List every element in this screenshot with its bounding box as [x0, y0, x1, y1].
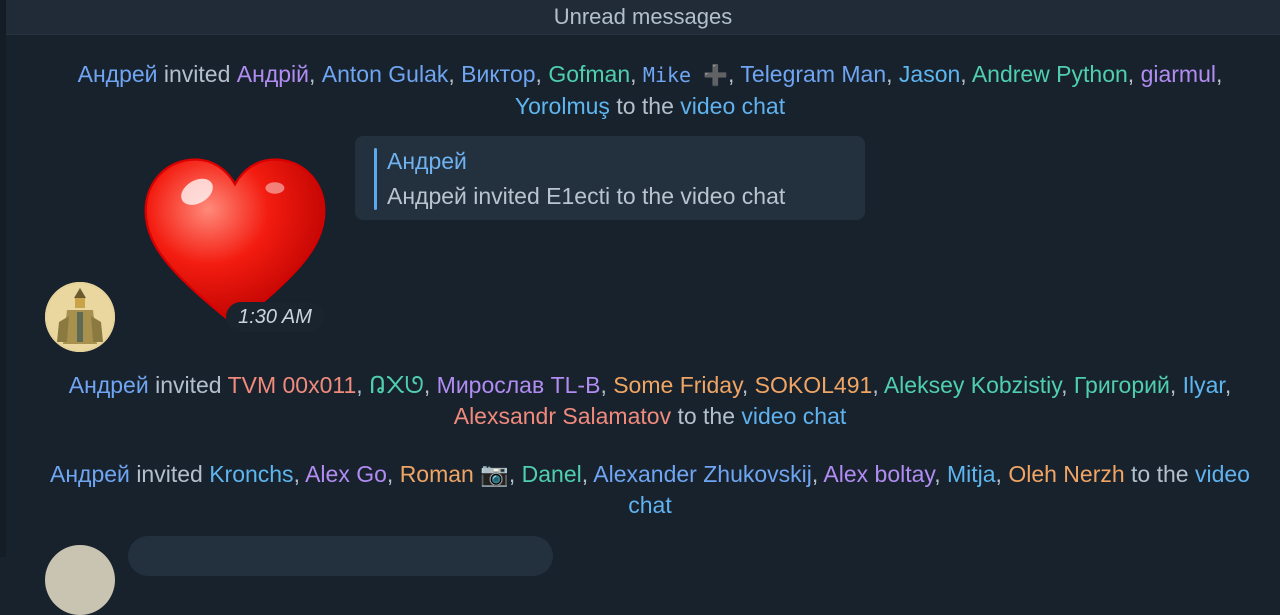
guest-link[interactable]: Oleh Nerzh [1008, 461, 1124, 487]
verb-text: invited [155, 372, 222, 398]
guest-link[interactable]: Aleksey Kobzistiy [884, 372, 1061, 398]
guest-link[interactable]: Anton Gulak [322, 61, 449, 87]
guest-link[interactable]: Andrew Python [972, 61, 1128, 87]
guest-link[interactable]: Alex boltay [823, 461, 934, 487]
guest-link[interactable]: Some Friday [613, 372, 742, 398]
avatar[interactable] [45, 282, 115, 352]
guest-link[interactable]: TVM 00x011 [228, 372, 357, 398]
service-message-invite-2: Андрей invited TVM 00x011, ᕡ᙭ᘎ, Мирослав… [68, 372, 1232, 429]
guest-link[interactable]: SOKOL491 [755, 372, 873, 398]
guest-link[interactable]: Андрій [237, 61, 309, 87]
guest-link[interactable]: giarmul [1141, 61, 1216, 87]
guest-link[interactable]: Alexsandr Salamatov [454, 403, 671, 429]
to-the-text: to the [677, 403, 736, 429]
unread-messages-banner: Unread messages [6, 0, 1280, 35]
guest-link[interactable]: Ilyar [1183, 372, 1225, 398]
guest-link[interactable]: Alexander Zhukovskij [593, 461, 812, 487]
guest-link[interactable]: Jason [899, 61, 960, 87]
reply-quote[interactable]: Андрей Андрей invited E1ecti to the vide… [355, 136, 865, 220]
reply-text: Андрей invited E1ecti to the video chat [387, 183, 786, 209]
actor-link[interactable]: Андрей [69, 372, 149, 398]
left-panel-edge [0, 0, 6, 557]
verb-text: invited [136, 461, 203, 487]
reply-author: Андрей [387, 148, 467, 174]
time-label: 1:30 AM [238, 305, 312, 328]
video-chat-link[interactable]: video chat [680, 93, 785, 119]
avatar-image [45, 282, 115, 352]
video-chat-link[interactable]: video chat [741, 403, 846, 429]
guest-link[interactable]: Yorolmuş [515, 93, 610, 119]
avatar[interactable] [45, 545, 115, 615]
verb-text: invited [163, 61, 231, 87]
service-message-invite-1: Андрей invited Андрій, Anton Gulak, Викт… [77, 61, 1223, 119]
guest-link[interactable]: Gofman [548, 61, 630, 87]
reply-accent-bar [374, 148, 377, 210]
guest-link[interactable]: Telegram Man [740, 61, 886, 87]
guest-link[interactable]: Mitja [947, 461, 996, 487]
guest-link[interactable]: Alex Go [305, 461, 387, 487]
message-bubble[interactable] [128, 536, 553, 576]
message-time: 1:30 AM [226, 302, 324, 332]
guest-link[interactable]: Мирослав TL-B [437, 372, 601, 398]
actor-link[interactable]: Андрей [50, 461, 130, 487]
to-the-text: to the [1131, 461, 1189, 487]
guest-link[interactable]: Mike ➕ [643, 63, 728, 87]
service-message-invite-3: Андрей invited Kronchs, Alex Go, Roman 📷… [50, 461, 1250, 518]
guest-link[interactable]: Виктор [461, 61, 535, 87]
guest-link[interactable]: Григорий [1074, 372, 1170, 398]
guest-link[interactable]: Danel [522, 461, 582, 487]
actor-link[interactable]: Андрей [78, 61, 158, 87]
guest-link[interactable]: Kronchs [209, 461, 293, 487]
to-the-text: to the [616, 93, 674, 119]
guest-link[interactable]: Roman 📷 [400, 461, 509, 487]
guest-link[interactable]: ᕡ᙭ᘎ [369, 372, 424, 398]
unread-messages-label: Unread messages [553, 4, 733, 29]
